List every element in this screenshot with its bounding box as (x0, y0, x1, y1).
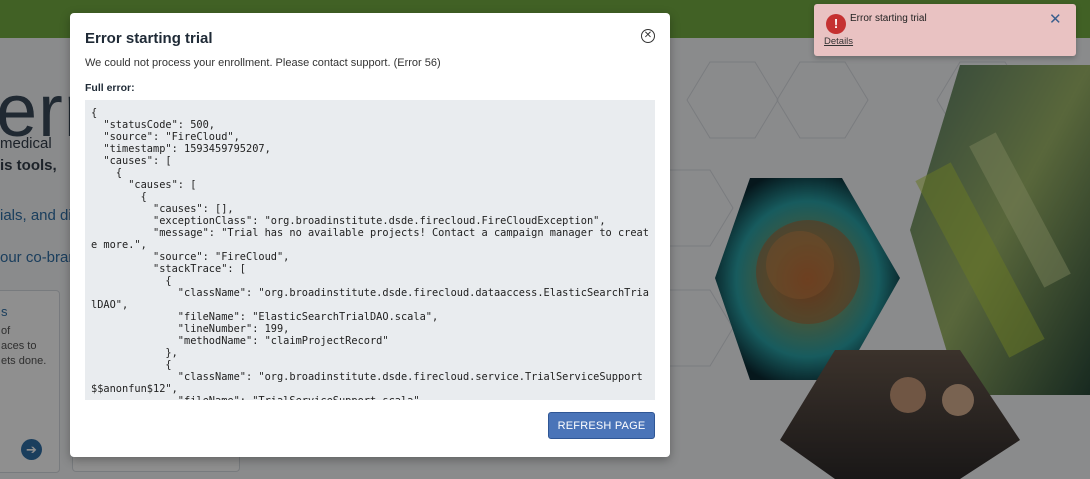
error-message: We could not process your enrollment. Pl… (85, 57, 441, 69)
close-circle-icon[interactable]: ✕ (641, 29, 655, 43)
full-error-json: { "statusCode": 500, "source": "FireClou… (91, 107, 649, 400)
modal-title: Error starting trial (85, 30, 213, 47)
refresh-page-button[interactable]: REFRESH PAGE (548, 412, 655, 439)
close-icon[interactable]: ✕ (1049, 12, 1062, 27)
error-toast: ! Error starting trial Details ✕ (814, 4, 1076, 56)
toast-details-link[interactable]: Details (824, 36, 853, 47)
full-error-scroll-box[interactable]: { "statusCode": 500, "source": "FireClou… (85, 100, 655, 400)
toast-title: Error starting trial (850, 13, 927, 24)
error-modal: Error starting trial ✕ We could not proc… (70, 13, 670, 457)
exclamation-icon: ! (826, 14, 846, 34)
full-error-label: Full error: (85, 82, 135, 94)
